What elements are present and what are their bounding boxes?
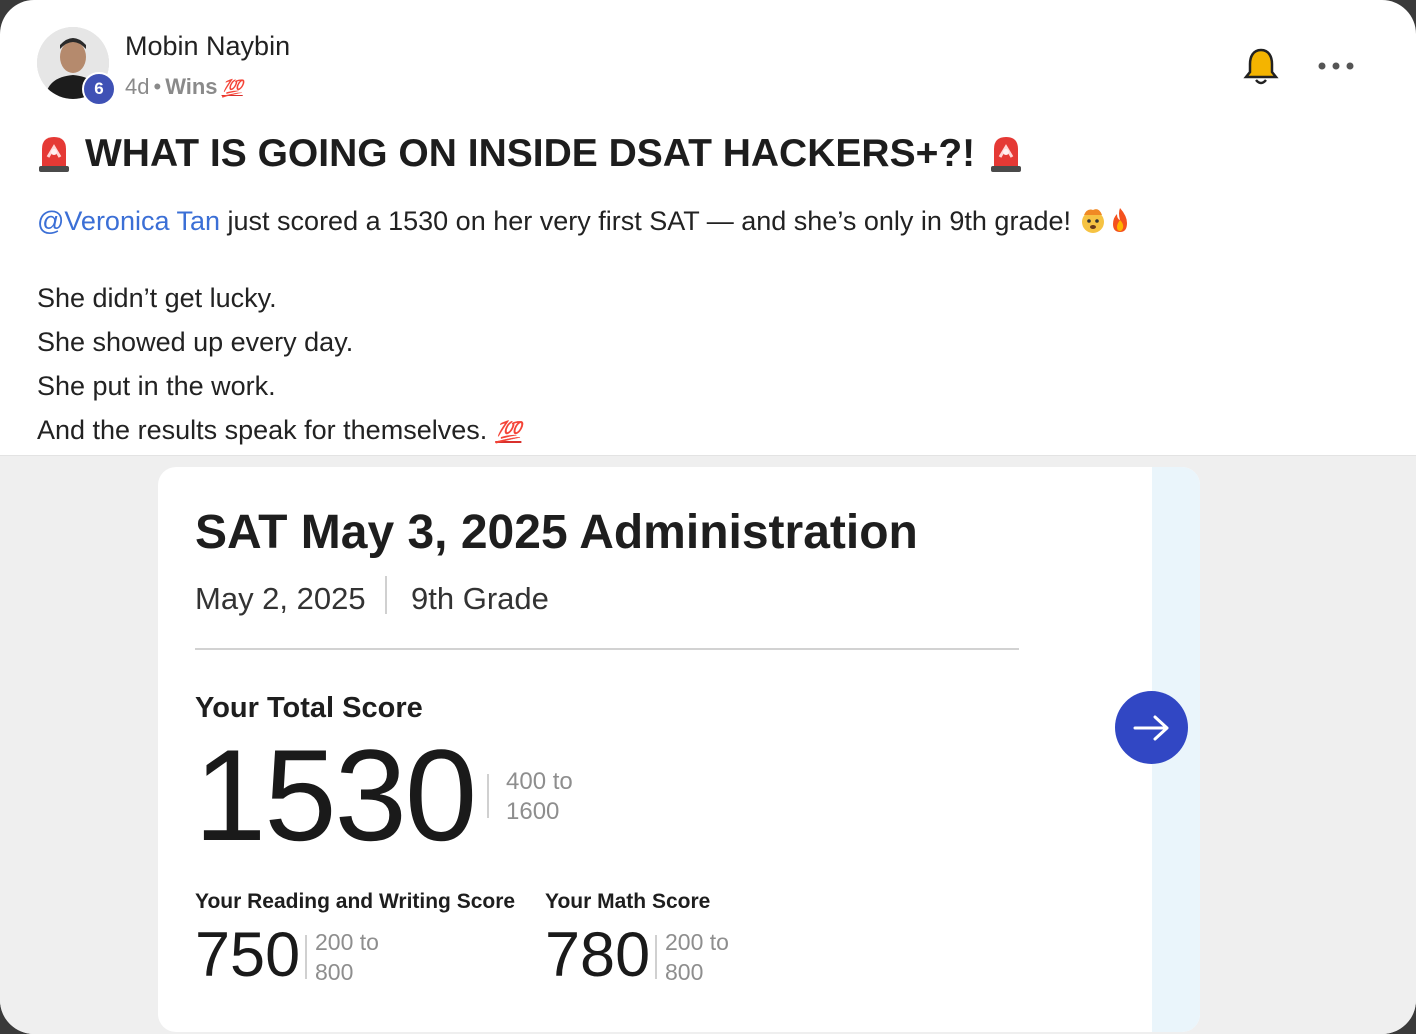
reading-writing-range: 200 to 800: [315, 927, 379, 987]
math-score: 780: [545, 920, 651, 990]
math-label: Your Math Score: [545, 890, 711, 913]
range-line: 800: [665, 959, 704, 985]
meta-separator: •: [153, 74, 162, 99]
post-meta: 4d • Wins 💯: [125, 74, 243, 100]
post-age: 4d: [125, 74, 150, 99]
divider: [385, 576, 387, 614]
post-image[interactable]: SAT May 3, 2025 Administration May 2, 20…: [0, 455, 1416, 1034]
police-light-emoji: [39, 137, 69, 172]
mind-blown-emoji: [1081, 209, 1104, 233]
post-card: 6 Mobin Naybin 4d • Wins 💯 WHAT IS GOING ON…: [0, 0, 1416, 1034]
report-date: May 2, 2025: [195, 581, 366, 616]
total-score: 1530: [194, 722, 477, 868]
range-line: 400 to: [506, 768, 573, 795]
range-divider: [305, 935, 307, 979]
user-mention-link[interactable]: @Veronica Tan: [37, 206, 220, 236]
hundred-points-icon: 💯: [495, 421, 522, 444]
police-light-emoji: [991, 137, 1022, 172]
category-link[interactable]: Wins: [165, 74, 217, 99]
post-intro: @Veronica Tan just scored a 1530 on her …: [37, 206, 1133, 237]
body-line-text: And the results speak for themselves.: [37, 415, 488, 445]
body-line: She showed up every day.: [37, 327, 354, 357]
total-score-range: 400 to 1600: [506, 767, 573, 827]
range-line: 1600: [506, 798, 560, 825]
bell-icon[interactable]: [1243, 46, 1279, 86]
sat-score-report: SAT May 3, 2025 Administration May 2, 20…: [158, 467, 1200, 1032]
headline-text: WHAT IS GOING ON INSIDE DSAT HACKERS+?!: [85, 132, 976, 175]
arrow-right-icon: [1133, 715, 1168, 740]
report-title: SAT May 3, 2025 Administration: [195, 506, 918, 559]
post-title: WHAT IS GOING ON INSIDE DSAT HACKERS+?!: [37, 128, 1023, 180]
body-line: She didn’t get lucky.: [37, 283, 277, 313]
range-line: 800: [315, 959, 354, 985]
report-grade: 9th Grade: [411, 581, 549, 616]
range-divider: [487, 774, 489, 818]
body-line: And the results speak for themselves. 💯: [37, 412, 521, 456]
reading-writing-score: 750: [195, 920, 301, 990]
fire-emoji: [1112, 208, 1127, 232]
level-badge: 6: [82, 72, 116, 106]
reading-writing-label: Your Reading and Writing Score: [195, 890, 516, 913]
intro-text: just scored a 1530 on her very first SAT…: [220, 206, 1079, 236]
post-body: She didn’t get lucky. She showed up ever…: [37, 280, 521, 456]
author-name[interactable]: Mobin Naybin: [125, 31, 290, 62]
range-line: 200 to: [315, 929, 379, 955]
hundred-points-icon: 💯: [221, 79, 243, 98]
divider: [195, 648, 1019, 650]
body-line: She put in the work.: [37, 371, 276, 401]
range-line: 200 to: [665, 929, 729, 955]
more-options-icon[interactable]: [1316, 56, 1356, 76]
range-divider: [655, 935, 657, 979]
next-arrow-button[interactable]: [1115, 691, 1188, 764]
total-score-label: Your Total Score: [195, 692, 423, 724]
math-range: 200 to 800: [665, 927, 729, 987]
